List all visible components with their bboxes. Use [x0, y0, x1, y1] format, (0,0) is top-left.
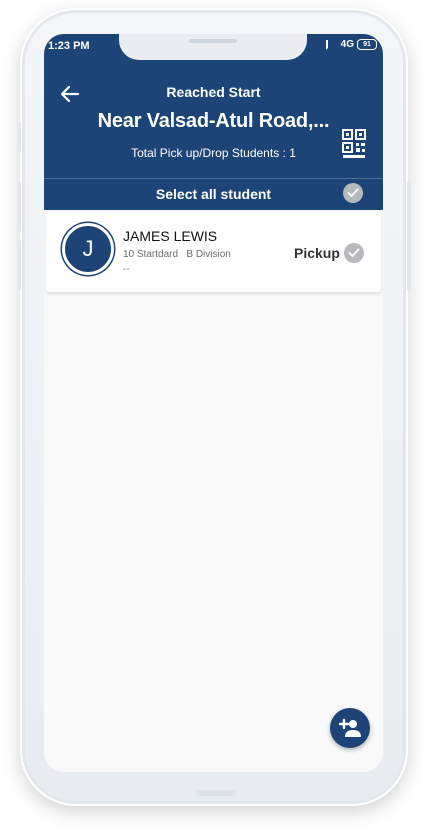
signal-icon	[325, 39, 338, 50]
select-all-checkbox[interactable]	[343, 183, 363, 203]
student-checkbox[interactable]	[344, 243, 364, 263]
select-all-label: Select all student	[155, 186, 272, 202]
battery-icon: 91	[357, 39, 377, 50]
add-person-icon	[339, 718, 361, 737]
phone-power-button	[407, 182, 411, 290]
pickup-status: Pickup	[294, 245, 340, 261]
page-title: Near Valsad-Atul Road,...	[97, 110, 330, 132]
select-all-bar[interactable]: Select all student	[44, 178, 383, 209]
check-icon	[348, 248, 360, 257]
phone-volume-down-button	[17, 240, 21, 290]
status-indicators: 4G 91	[325, 39, 377, 50]
add-student-button[interactable]	[330, 708, 370, 748]
student-card[interactable]: J JAMES LEWIS 10 Startdard B Division --…	[46, 212, 381, 292]
network-type: 4G	[340, 39, 354, 50]
header-subtitle: Reached Start	[166, 84, 261, 100]
phone-volume-up-button	[17, 182, 21, 232]
qr-scan-button[interactable]	[342, 129, 366, 159]
phone-notch	[119, 34, 307, 60]
phone-bottom-port	[196, 790, 236, 796]
student-extra-info: --	[123, 264, 130, 275]
student-class-details: 10 Startdard B Division	[123, 249, 231, 260]
student-name: JAMES LEWIS	[123, 228, 218, 244]
check-icon	[347, 188, 359, 197]
status-time: 1:23 PM	[48, 40, 90, 52]
student-standard: 10 Startdard	[123, 249, 179, 260]
avatar: J	[62, 223, 114, 275]
student-division: B Division	[186, 249, 231, 260]
qr-code-icon	[342, 129, 366, 158]
app-header: 1:23 PM 4G 91 Reached Start Near Valsad-…	[44, 34, 383, 210]
app-screen: 1:23 PM 4G 91 Reached Start Near Valsad-…	[44, 34, 383, 772]
student-count: Total Pick up/Drop Students : 1	[131, 146, 296, 160]
speaker-grille	[189, 39, 237, 43]
phone-side-button	[17, 122, 21, 152]
